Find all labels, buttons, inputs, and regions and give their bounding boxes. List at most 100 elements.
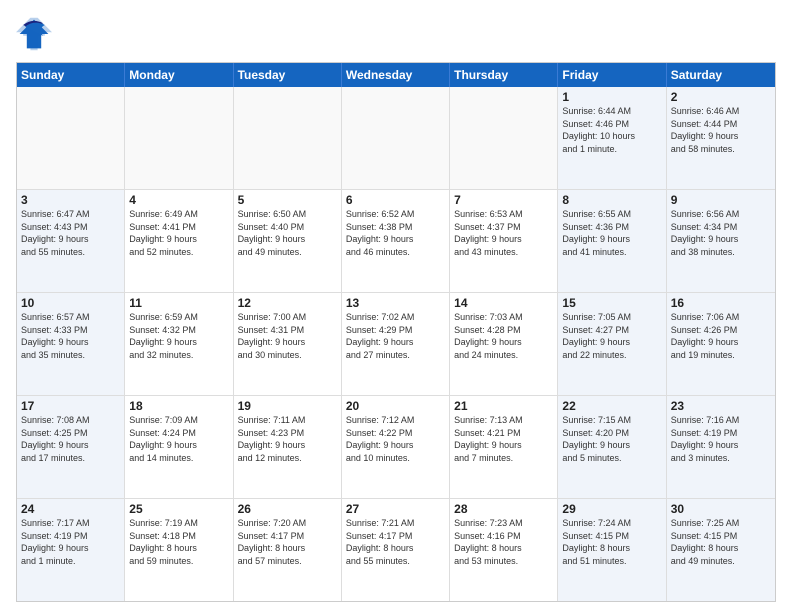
day-number: 3 xyxy=(21,193,120,207)
calendar-cell xyxy=(125,87,233,189)
day-info: Sunrise: 7:02 AM Sunset: 4:29 PM Dayligh… xyxy=(346,311,445,361)
day-number: 22 xyxy=(562,399,661,413)
calendar-cell: 11Sunrise: 6:59 AM Sunset: 4:32 PM Dayli… xyxy=(125,293,233,395)
day-number: 30 xyxy=(671,502,771,516)
day-number: 27 xyxy=(346,502,445,516)
calendar-cell: 12Sunrise: 7:00 AM Sunset: 4:31 PM Dayli… xyxy=(234,293,342,395)
calendar-cell: 1Sunrise: 6:44 AM Sunset: 4:46 PM Daylig… xyxy=(558,87,666,189)
calendar-header-day: Saturday xyxy=(667,63,775,87)
calendar-row: 10Sunrise: 6:57 AM Sunset: 4:33 PM Dayli… xyxy=(17,293,775,396)
calendar-row: 3Sunrise: 6:47 AM Sunset: 4:43 PM Daylig… xyxy=(17,190,775,293)
day-number: 19 xyxy=(238,399,337,413)
calendar-cell: 16Sunrise: 7:06 AM Sunset: 4:26 PM Dayli… xyxy=(667,293,775,395)
day-info: Sunrise: 7:21 AM Sunset: 4:17 PM Dayligh… xyxy=(346,517,445,567)
calendar-cell: 29Sunrise: 7:24 AM Sunset: 4:15 PM Dayli… xyxy=(558,499,666,601)
calendar-cell: 6Sunrise: 6:52 AM Sunset: 4:38 PM Daylig… xyxy=(342,190,450,292)
day-info: Sunrise: 6:55 AM Sunset: 4:36 PM Dayligh… xyxy=(562,208,661,258)
day-number: 28 xyxy=(454,502,553,516)
day-number: 26 xyxy=(238,502,337,516)
page: SundayMondayTuesdayWednesdayThursdayFrid… xyxy=(0,0,792,612)
day-info: Sunrise: 6:50 AM Sunset: 4:40 PM Dayligh… xyxy=(238,208,337,258)
day-number: 5 xyxy=(238,193,337,207)
day-info: Sunrise: 7:23 AM Sunset: 4:16 PM Dayligh… xyxy=(454,517,553,567)
day-number: 18 xyxy=(129,399,228,413)
day-number: 9 xyxy=(671,193,771,207)
calendar-cell xyxy=(17,87,125,189)
logo-icon xyxy=(16,16,52,52)
day-number: 10 xyxy=(21,296,120,310)
day-info: Sunrise: 6:46 AM Sunset: 4:44 PM Dayligh… xyxy=(671,105,771,155)
calendar-cell: 24Sunrise: 7:17 AM Sunset: 4:19 PM Dayli… xyxy=(17,499,125,601)
day-info: Sunrise: 7:17 AM Sunset: 4:19 PM Dayligh… xyxy=(21,517,120,567)
calendar-cell: 10Sunrise: 6:57 AM Sunset: 4:33 PM Dayli… xyxy=(17,293,125,395)
calendar-cell: 4Sunrise: 6:49 AM Sunset: 4:41 PM Daylig… xyxy=(125,190,233,292)
calendar-cell: 25Sunrise: 7:19 AM Sunset: 4:18 PM Dayli… xyxy=(125,499,233,601)
day-number: 13 xyxy=(346,296,445,310)
calendar-cell: 23Sunrise: 7:16 AM Sunset: 4:19 PM Dayli… xyxy=(667,396,775,498)
day-number: 6 xyxy=(346,193,445,207)
calendar-header-day: Wednesday xyxy=(342,63,450,87)
day-info: Sunrise: 7:08 AM Sunset: 4:25 PM Dayligh… xyxy=(21,414,120,464)
calendar-cell: 2Sunrise: 6:46 AM Sunset: 4:44 PM Daylig… xyxy=(667,87,775,189)
day-info: Sunrise: 6:44 AM Sunset: 4:46 PM Dayligh… xyxy=(562,105,661,155)
calendar-row: 17Sunrise: 7:08 AM Sunset: 4:25 PM Dayli… xyxy=(17,396,775,499)
calendar-cell: 5Sunrise: 6:50 AM Sunset: 4:40 PM Daylig… xyxy=(234,190,342,292)
day-number: 25 xyxy=(129,502,228,516)
day-info: Sunrise: 7:09 AM Sunset: 4:24 PM Dayligh… xyxy=(129,414,228,464)
day-info: Sunrise: 6:53 AM Sunset: 4:37 PM Dayligh… xyxy=(454,208,553,258)
day-info: Sunrise: 6:59 AM Sunset: 4:32 PM Dayligh… xyxy=(129,311,228,361)
day-info: Sunrise: 7:15 AM Sunset: 4:20 PM Dayligh… xyxy=(562,414,661,464)
calendar-body: 1Sunrise: 6:44 AM Sunset: 4:46 PM Daylig… xyxy=(17,87,775,601)
day-info: Sunrise: 6:52 AM Sunset: 4:38 PM Dayligh… xyxy=(346,208,445,258)
day-number: 11 xyxy=(129,296,228,310)
calendar-header: SundayMondayTuesdayWednesdayThursdayFrid… xyxy=(17,63,775,87)
calendar-cell: 27Sunrise: 7:21 AM Sunset: 4:17 PM Dayli… xyxy=(342,499,450,601)
calendar-cell: 21Sunrise: 7:13 AM Sunset: 4:21 PM Dayli… xyxy=(450,396,558,498)
day-info: Sunrise: 6:49 AM Sunset: 4:41 PM Dayligh… xyxy=(129,208,228,258)
day-number: 4 xyxy=(129,193,228,207)
calendar: SundayMondayTuesdayWednesdayThursdayFrid… xyxy=(16,62,776,602)
day-info: Sunrise: 7:13 AM Sunset: 4:21 PM Dayligh… xyxy=(454,414,553,464)
day-number: 2 xyxy=(671,90,771,104)
day-info: Sunrise: 6:57 AM Sunset: 4:33 PM Dayligh… xyxy=(21,311,120,361)
day-info: Sunrise: 7:19 AM Sunset: 4:18 PM Dayligh… xyxy=(129,517,228,567)
day-number: 24 xyxy=(21,502,120,516)
day-number: 1 xyxy=(562,90,661,104)
calendar-cell: 15Sunrise: 7:05 AM Sunset: 4:27 PM Dayli… xyxy=(558,293,666,395)
day-number: 23 xyxy=(671,399,771,413)
calendar-header-day: Tuesday xyxy=(234,63,342,87)
day-number: 21 xyxy=(454,399,553,413)
day-info: Sunrise: 7:03 AM Sunset: 4:28 PM Dayligh… xyxy=(454,311,553,361)
day-info: Sunrise: 6:56 AM Sunset: 4:34 PM Dayligh… xyxy=(671,208,771,258)
calendar-cell: 17Sunrise: 7:08 AM Sunset: 4:25 PM Dayli… xyxy=(17,396,125,498)
calendar-cell: 9Sunrise: 6:56 AM Sunset: 4:34 PM Daylig… xyxy=(667,190,775,292)
calendar-header-day: Friday xyxy=(558,63,666,87)
day-info: Sunrise: 6:47 AM Sunset: 4:43 PM Dayligh… xyxy=(21,208,120,258)
header xyxy=(16,16,776,52)
day-info: Sunrise: 7:11 AM Sunset: 4:23 PM Dayligh… xyxy=(238,414,337,464)
calendar-cell: 26Sunrise: 7:20 AM Sunset: 4:17 PM Dayli… xyxy=(234,499,342,601)
day-number: 12 xyxy=(238,296,337,310)
calendar-cell: 7Sunrise: 6:53 AM Sunset: 4:37 PM Daylig… xyxy=(450,190,558,292)
calendar-header-day: Thursday xyxy=(450,63,558,87)
calendar-cell: 14Sunrise: 7:03 AM Sunset: 4:28 PM Dayli… xyxy=(450,293,558,395)
day-number: 14 xyxy=(454,296,553,310)
calendar-header-day: Sunday xyxy=(17,63,125,87)
calendar-row: 1Sunrise: 6:44 AM Sunset: 4:46 PM Daylig… xyxy=(17,87,775,190)
day-info: Sunrise: 7:20 AM Sunset: 4:17 PM Dayligh… xyxy=(238,517,337,567)
calendar-cell xyxy=(450,87,558,189)
calendar-cell: 22Sunrise: 7:15 AM Sunset: 4:20 PM Dayli… xyxy=(558,396,666,498)
day-number: 7 xyxy=(454,193,553,207)
logo xyxy=(16,16,56,52)
calendar-cell: 3Sunrise: 6:47 AM Sunset: 4:43 PM Daylig… xyxy=(17,190,125,292)
calendar-cell: 30Sunrise: 7:25 AM Sunset: 4:15 PM Dayli… xyxy=(667,499,775,601)
calendar-cell: 8Sunrise: 6:55 AM Sunset: 4:36 PM Daylig… xyxy=(558,190,666,292)
calendar-cell: 28Sunrise: 7:23 AM Sunset: 4:16 PM Dayli… xyxy=(450,499,558,601)
day-number: 17 xyxy=(21,399,120,413)
calendar-row: 24Sunrise: 7:17 AM Sunset: 4:19 PM Dayli… xyxy=(17,499,775,601)
day-info: Sunrise: 7:06 AM Sunset: 4:26 PM Dayligh… xyxy=(671,311,771,361)
calendar-cell xyxy=(342,87,450,189)
day-number: 20 xyxy=(346,399,445,413)
day-number: 29 xyxy=(562,502,661,516)
day-info: Sunrise: 7:12 AM Sunset: 4:22 PM Dayligh… xyxy=(346,414,445,464)
